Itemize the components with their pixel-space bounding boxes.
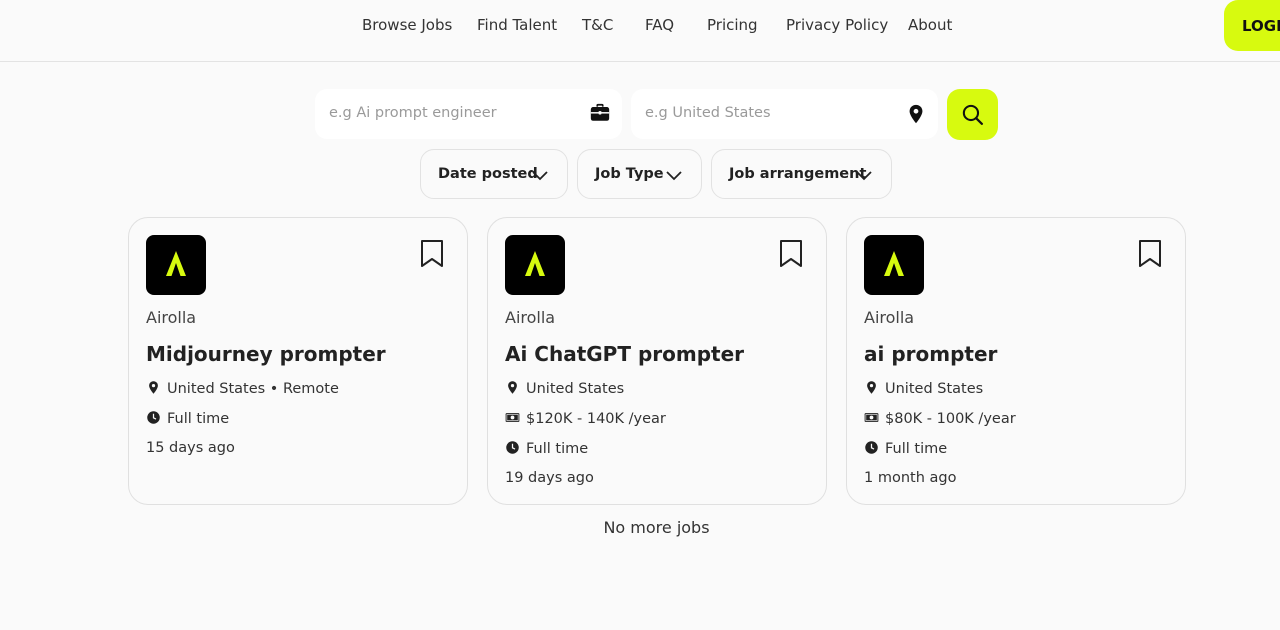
date-posted-filter[interactable]: Date posted bbox=[420, 149, 568, 199]
chevron-down-icon bbox=[531, 167, 549, 187]
job-title[interactable]: Ai ChatGPT prompter bbox=[505, 342, 744, 366]
job-title[interactable]: ai prompter bbox=[864, 342, 997, 366]
nav-faq[interactable]: FAQ bbox=[645, 16, 674, 34]
nav-find-talent[interactable]: Find Talent bbox=[477, 16, 557, 34]
bookmark-icon[interactable] bbox=[419, 238, 445, 272]
location-text: United States bbox=[526, 381, 625, 397]
chevron-down-icon bbox=[855, 167, 873, 187]
filter-label: Job Type bbox=[595, 166, 664, 182]
nav-terms[interactable]: T&C bbox=[582, 16, 613, 34]
company-logo bbox=[864, 235, 924, 295]
filter-label: Date posted bbox=[438, 166, 538, 182]
company-logo bbox=[505, 235, 565, 295]
search-button[interactable] bbox=[947, 89, 998, 140]
job-location: United States bbox=[505, 380, 624, 397]
job-salary: $120K - 140K /year bbox=[505, 410, 666, 427]
posted-date: 1 month ago bbox=[864, 470, 957, 486]
nav-about[interactable]: About bbox=[908, 16, 952, 34]
posted-date: 15 days ago bbox=[146, 440, 235, 456]
login-button[interactable]: LOGIN bbox=[1224, 0, 1280, 51]
job-location: United States bbox=[864, 380, 983, 397]
location-text: United States bbox=[885, 381, 984, 397]
nav-browse-jobs[interactable]: Browse Jobs bbox=[362, 16, 452, 34]
job-title[interactable]: Midjourney prompter bbox=[146, 342, 386, 366]
main-nav: Browse Jobs Find Talent T&C FAQ Pricing … bbox=[0, 0, 1280, 52]
job-type-text: Full time bbox=[526, 441, 589, 457]
location-pin-icon bbox=[505, 380, 520, 395]
job-card[interactable]: Airolla ai prompter United States $80K -… bbox=[846, 217, 1186, 505]
clock-icon bbox=[146, 410, 161, 425]
location-pin-icon bbox=[864, 380, 879, 395]
location-search-input[interactable] bbox=[643, 104, 877, 122]
job-location: United States • Remote bbox=[146, 380, 339, 397]
bookmark-icon[interactable] bbox=[1137, 238, 1163, 272]
money-icon bbox=[864, 410, 879, 425]
top-navigation-bar: Browse Jobs Find Talent T&C FAQ Pricing … bbox=[0, 0, 1280, 62]
chevron-down-icon bbox=[665, 167, 683, 187]
nav-pricing[interactable]: Pricing bbox=[707, 16, 758, 34]
salary-text: $80K - 100K /year bbox=[885, 411, 1016, 427]
job-type-text: Full time bbox=[167, 411, 230, 427]
briefcase-icon bbox=[589, 102, 611, 128]
no-more-jobs-message: No more jobs bbox=[603, 518, 710, 537]
location-text: United States • Remote bbox=[167, 381, 339, 397]
location-pin-icon bbox=[146, 380, 161, 395]
job-type: Full time bbox=[505, 440, 588, 457]
nav-privacy-policy[interactable]: Privacy Policy bbox=[786, 16, 888, 34]
job-type-filter[interactable]: Job Type bbox=[577, 149, 702, 199]
job-arrangement-filter[interactable]: Job arrangement bbox=[711, 149, 892, 199]
job-type-text: Full time bbox=[885, 441, 948, 457]
bookmark-icon[interactable] bbox=[778, 238, 804, 272]
job-card[interactable]: Airolla Midjourney prompter United State… bbox=[128, 217, 468, 505]
filter-label: Job arrangement bbox=[729, 166, 867, 182]
job-type: Full time bbox=[864, 440, 947, 457]
clock-icon bbox=[864, 440, 879, 455]
company-logo bbox=[146, 235, 206, 295]
job-search-field bbox=[315, 89, 622, 139]
company-name: Airolla bbox=[505, 308, 556, 327]
company-name: Airolla bbox=[146, 308, 197, 327]
company-name: Airolla bbox=[864, 308, 915, 327]
job-salary: $80K - 100K /year bbox=[864, 410, 1016, 427]
job-type: Full time bbox=[146, 410, 229, 427]
map-pin-icon bbox=[905, 102, 927, 130]
job-card[interactable]: Airolla Ai ChatGPT prompter United State… bbox=[487, 217, 827, 505]
job-search-input[interactable] bbox=[327, 104, 561, 122]
money-icon bbox=[505, 410, 520, 425]
salary-text: $120K - 140K /year bbox=[526, 411, 666, 427]
posted-date: 19 days ago bbox=[505, 470, 594, 486]
clock-icon bbox=[505, 440, 520, 455]
location-search-field bbox=[631, 89, 938, 139]
